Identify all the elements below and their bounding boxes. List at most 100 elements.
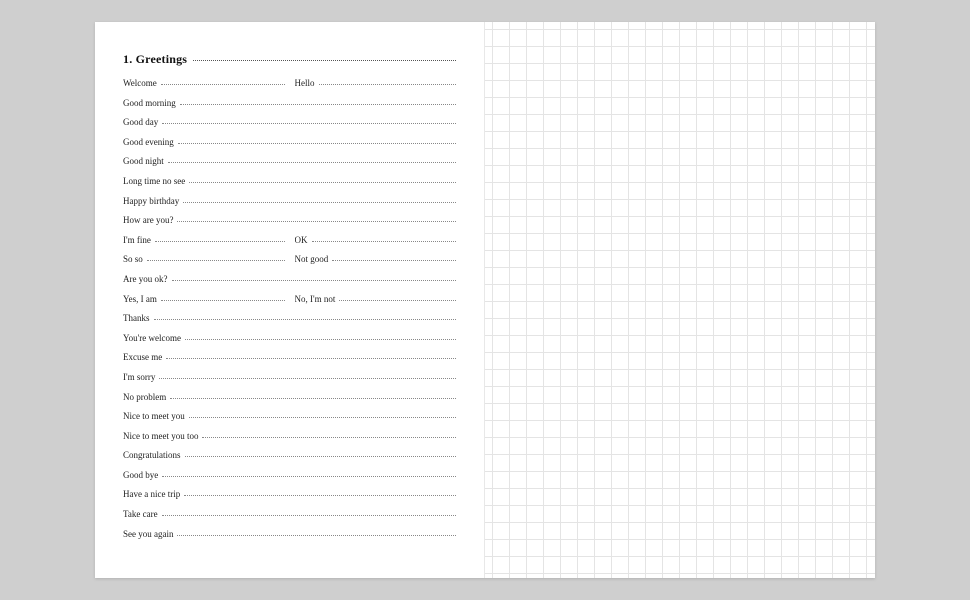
section-header: 1. Greetings: [123, 52, 456, 68]
phrase-row: No problem: [123, 392, 456, 412]
phrase-row: Good night: [123, 156, 456, 176]
dotted-rule: [159, 378, 456, 379]
dotted-rule: [161, 84, 285, 85]
dotted-rule: [177, 535, 456, 536]
section-name: Greetings: [136, 52, 188, 66]
dotted-rule: [178, 143, 456, 144]
dotted-rule: [177, 221, 456, 222]
phrase-label: OK: [295, 235, 312, 245]
phrase-label: Good night: [123, 156, 168, 166]
dotted-rule: [155, 241, 285, 242]
phrase-label: Nice to meet you: [123, 411, 189, 421]
phrase-label: Happy birthday: [123, 196, 183, 206]
dotted-rule: [339, 300, 456, 301]
phrase-cell: OK: [295, 235, 457, 245]
dotted-rule: [147, 260, 285, 261]
phrase-cell: See you again: [123, 529, 456, 539]
phrase-row: I'm sorry: [123, 372, 456, 392]
phrase-label: Excuse me: [123, 352, 166, 362]
phrase-cell: Are you ok?: [123, 274, 456, 284]
phrase-cell: Good day: [123, 117, 456, 127]
dotted-rule: [162, 123, 456, 124]
phrase-row: Good morning: [123, 98, 456, 118]
phrase-cell: Good evening: [123, 137, 456, 147]
phrase-row: Good evening: [123, 137, 456, 157]
phrase-label: No, I'm not: [295, 294, 340, 304]
dotted-rule: [332, 260, 456, 261]
phrase-label: You're welcome: [123, 333, 185, 343]
dotted-rule: [189, 182, 456, 183]
phrase-row: See you again: [123, 529, 456, 549]
phrase-cell: Congratulations: [123, 450, 456, 460]
phrase-label: Welcome: [123, 78, 161, 88]
phrase-cell: I'm fine: [123, 235, 285, 245]
phrase-cell: Good morning: [123, 98, 456, 108]
dotted-rule: [180, 104, 456, 105]
phrase-label: Good bye: [123, 470, 162, 480]
phrase-cell: Thanks: [123, 313, 456, 323]
section-number: 1.: [123, 52, 132, 66]
notebook-spread: 1. Greetings Welcome Hello Good morning Goo…: [95, 22, 875, 578]
phrase-label: Take care: [123, 509, 162, 519]
phrase-row: You're welcome: [123, 333, 456, 353]
phrase-cell: No, I'm not: [295, 294, 457, 304]
dotted-rule: [193, 60, 456, 61]
phrase-cell: Hello: [295, 78, 457, 88]
phrase-label: So so: [123, 254, 147, 264]
phrase-label: See you again: [123, 529, 177, 539]
phrase-row: I'm fine OK: [123, 235, 456, 255]
phrase-label: Thanks: [123, 313, 154, 323]
phrase-cell: Welcome: [123, 78, 285, 88]
phrase-label: Yes, I am: [123, 294, 161, 304]
phrase-row: Excuse me: [123, 352, 456, 372]
phrase-label: Not good: [295, 254, 333, 264]
phrase-cell: Have a nice trip: [123, 489, 456, 499]
phrase-cell: I'm sorry: [123, 372, 456, 382]
section-title: 1. Greetings: [123, 52, 187, 67]
phrase-row: Good bye: [123, 470, 456, 490]
phrase-cell: Take care: [123, 509, 456, 519]
phrase-row: How are you?: [123, 215, 456, 235]
phrase-row: Take care: [123, 509, 456, 529]
dotted-rule: [170, 398, 456, 399]
phrase-row: Thanks: [123, 313, 456, 333]
phrase-label: Hello: [295, 78, 319, 88]
phrase-cell: So so: [123, 254, 285, 264]
phrase-row: Good day: [123, 117, 456, 137]
phrase-row: Nice to meet you too: [123, 431, 456, 451]
phrase-cell: Excuse me: [123, 352, 456, 362]
phrase-label: Good day: [123, 117, 162, 127]
dotted-rule: [154, 319, 457, 320]
phrase-label: Have a nice trip: [123, 489, 184, 499]
phrase-row: So so Not good: [123, 254, 456, 274]
phrase-label: Long time no see: [123, 176, 189, 186]
phrase-row: Long time no see: [123, 176, 456, 196]
dotted-rule: [162, 476, 456, 477]
dotted-rule: [183, 202, 456, 203]
phrase-cell: Nice to meet you: [123, 411, 456, 421]
dotted-rule: [185, 456, 457, 457]
phrase-cell: Good night: [123, 156, 456, 166]
phrase-cell: Happy birthday: [123, 196, 456, 206]
phrase-cell: Yes, I am: [123, 294, 285, 304]
phrase-label: Nice to meet you too: [123, 431, 202, 441]
right-page-grid: [485, 22, 875, 578]
phrase-cell: Not good: [295, 254, 457, 264]
phrase-cell: Good bye: [123, 470, 456, 480]
phrase-row: Are you ok?: [123, 274, 456, 294]
phrase-row: Happy birthday: [123, 196, 456, 216]
phrase-list: Welcome Hello Good morning Good day Good eve…: [123, 78, 456, 548]
dotted-rule: [319, 84, 457, 85]
dotted-rule: [168, 162, 456, 163]
dotted-rule: [185, 339, 456, 340]
phrase-label: Congratulations: [123, 450, 185, 460]
phrase-label: How are you?: [123, 215, 177, 225]
phrase-label: Good morning: [123, 98, 180, 108]
dotted-rule: [189, 417, 456, 418]
phrase-row: Have a nice trip: [123, 489, 456, 509]
phrase-label: Good evening: [123, 137, 178, 147]
phrase-row: Welcome Hello: [123, 78, 456, 98]
phrase-row: Nice to meet you: [123, 411, 456, 431]
phrase-cell: Long time no see: [123, 176, 456, 186]
dotted-rule: [184, 495, 456, 496]
